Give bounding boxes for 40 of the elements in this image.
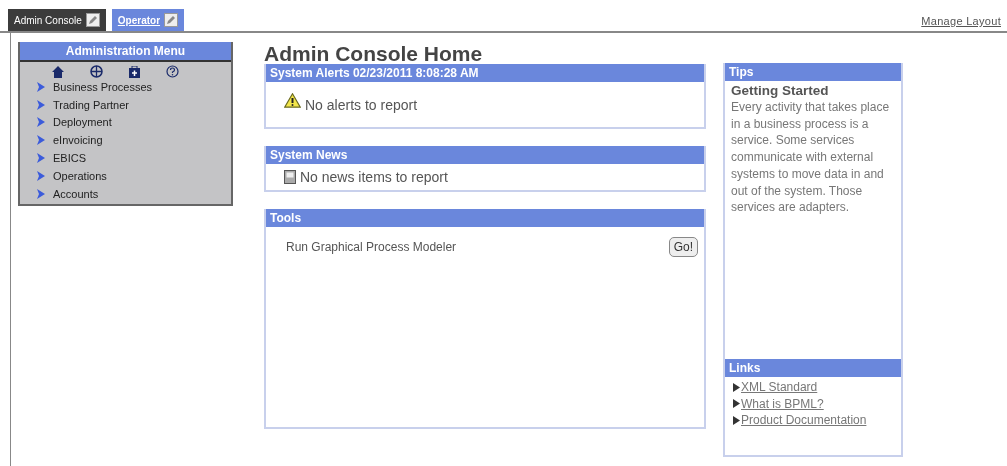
- warning-icon: [284, 93, 301, 108]
- panel-title: System Alerts 02/23/2011 8:08:28 AM: [266, 64, 704, 82]
- alert-message: No alerts to report: [305, 96, 418, 113]
- edit-icon: [164, 13, 179, 27]
- tool-name: Run Graphical Process Modeler: [286, 240, 457, 254]
- news-message: No news items to report: [300, 169, 448, 185]
- panel-title: System News: [266, 146, 704, 164]
- menu-item[interactable]: Deployment: [53, 116, 112, 129]
- menu-item[interactable]: Accounts: [53, 187, 99, 200]
- menu-item[interactable]: Operations: [53, 169, 107, 182]
- page-title: Admin Console Home: [264, 42, 484, 64]
- home-icon: [52, 65, 64, 78]
- panel-title: Tools: [266, 209, 704, 227]
- chevron-icon: [37, 188, 45, 199]
- chevron-icon: [37, 135, 45, 146]
- menu-item[interactable]: Trading Partner: [53, 98, 130, 111]
- globe-icon: [90, 65, 103, 78]
- panel-title: Tips: [725, 63, 901, 81]
- manage-layout-link[interactable]: Manage Layout: [921, 15, 1001, 27]
- chevron-icon: [37, 117, 45, 128]
- edit-icon: [85, 13, 100, 27]
- help-icon: [166, 65, 179, 78]
- chevron-icon: [37, 170, 45, 181]
- first-aid-kit-icon: [129, 65, 140, 78]
- go-button[interactable]: Go!: [668, 237, 698, 257]
- tab[interactable]: Admin Console: [8, 9, 106, 31]
- chevron-icon: [37, 81, 45, 92]
- tip-text: Every activity that takes place in a business process is a service. Some services communicate with external systems to move data in and out of the system. Those services are adapters.: [731, 99, 891, 216]
- link[interactable]: Product Documentation: [741, 413, 867, 428]
- link[interactable]: XML Standard: [741, 380, 818, 395]
- menu-item[interactable]: eInvoicing: [53, 134, 103, 147]
- chevron-icon: [37, 99, 45, 110]
- panel-title: Links: [725, 359, 901, 377]
- menu-item[interactable]: Business Processes: [53, 80, 153, 93]
- menu-item[interactable]: EBICS: [53, 152, 86, 165]
- tip-heading: Getting Started: [731, 83, 830, 99]
- chevron-icon: [37, 153, 45, 164]
- menu-title: Administration Menu: [20, 42, 231, 62]
- document-icon: [284, 170, 296, 184]
- link[interactable]: What is BPML?: [741, 396, 824, 411]
